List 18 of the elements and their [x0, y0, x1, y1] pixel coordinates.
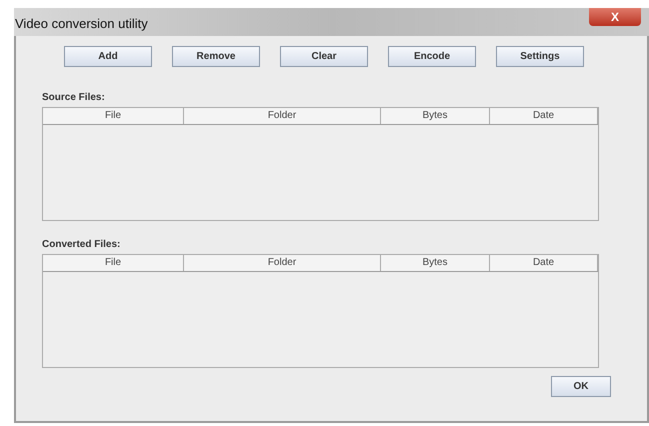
column-header[interactable]: Date: [490, 108, 598, 124]
ok-button[interactable]: OK: [551, 376, 611, 397]
column-header[interactable]: Date: [490, 255, 598, 271]
toolbar-button[interactable]: Remove: [172, 46, 260, 67]
window-title: Video conversion utility: [15, 15, 148, 33]
close-button[interactable]: X: [589, 8, 641, 26]
column-header[interactable]: Folder: [184, 255, 381, 271]
column-header[interactable]: Folder: [184, 108, 381, 124]
toolbar-button[interactable]: Clear: [280, 46, 368, 67]
toolbar-button[interactable]: Encode: [388, 46, 476, 67]
column-header[interactable]: File: [43, 108, 184, 124]
toolbar-button[interactable]: Add: [64, 46, 152, 67]
table-label: Source Files:: [42, 91, 106, 105]
column-header[interactable]: Bytes: [381, 255, 490, 271]
toolbar-button[interactable]: Settings: [496, 46, 584, 67]
column-header[interactable]: Bytes: [381, 108, 490, 124]
column-header[interactable]: File: [43, 255, 184, 271]
table-label: Converted Files:: [42, 238, 122, 252]
